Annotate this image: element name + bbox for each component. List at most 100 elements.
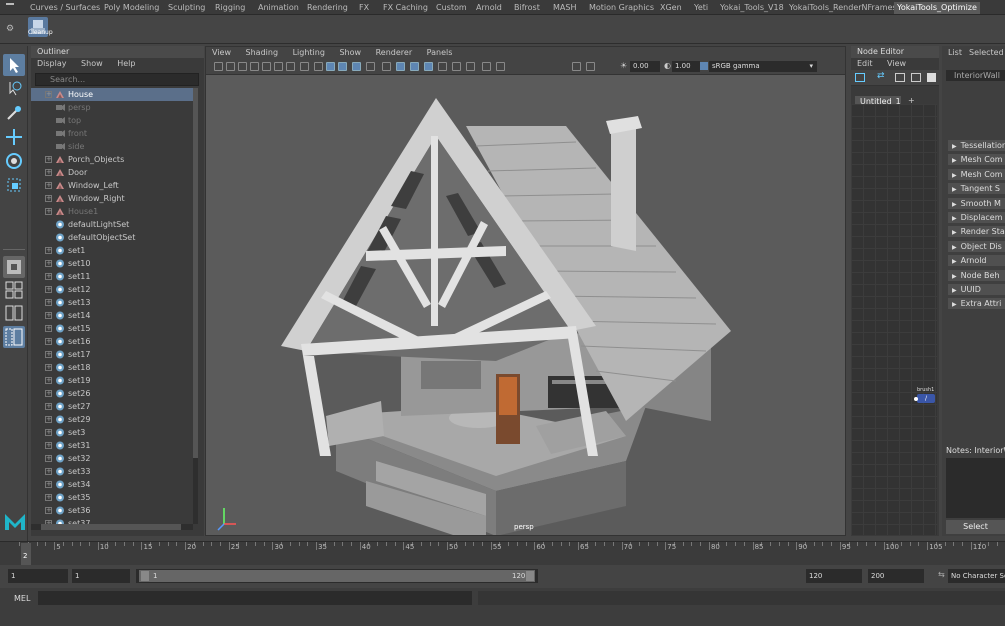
character-set-icon[interactable]: ⇆ (938, 570, 945, 579)
mel-label[interactable]: MEL (14, 594, 30, 603)
ambient-occlusion-icon[interactable] (424, 62, 433, 71)
outliner-item[interactable]: + set13 (31, 296, 197, 309)
shelf-tab[interactable]: Poly Modeling (104, 2, 159, 14)
outliner-item[interactable]: side (31, 140, 197, 153)
node-graph-area[interactable]: brush1 / (851, 104, 937, 535)
outliner-item[interactable]: front (31, 127, 197, 140)
shadows-icon[interactable] (410, 62, 419, 71)
expand-icon[interactable]: + (45, 156, 52, 163)
shelf-tab[interactable]: FX Caching (383, 2, 428, 14)
node-input-port[interactable] (914, 397, 918, 401)
camera-attributes-icon[interactable] (226, 62, 235, 71)
select-camera-icon[interactable] (214, 62, 223, 71)
two-view-layout-button[interactable] (3, 302, 25, 324)
outliner-item[interactable]: + set26 (31, 387, 197, 400)
brush-node[interactable]: / (914, 394, 935, 403)
expand-icon[interactable]: + (45, 195, 52, 202)
expand-icon[interactable]: + (45, 325, 52, 332)
attr-tab-list[interactable]: List (948, 48, 962, 57)
attr-section[interactable]: ▶ Node Beh (948, 269, 1005, 281)
smooth-shade-icon[interactable] (366, 62, 375, 71)
shelf-tab[interactable]: Curves / Surfaces (30, 2, 100, 14)
shelf-tab[interactable]: YokaiTools_Optimize (894, 2, 980, 14)
viewport-menu-panels[interactable]: Panels (427, 48, 453, 57)
outliner-item[interactable]: + Porch_Objects (31, 153, 197, 166)
character-set-field[interactable]: No Character Se (948, 569, 1005, 583)
outliner-item[interactable]: + set31 (31, 439, 197, 452)
exposure-field[interactable]: 0.00 (630, 61, 660, 72)
expand-icon[interactable]: + (45, 208, 52, 215)
outliner-item[interactable]: + set10 (31, 257, 197, 270)
isolate-select-icon[interactable] (466, 62, 475, 71)
node-editor-menu-view[interactable]: View (887, 59, 906, 68)
attr-section[interactable]: ▶ Render Sta (948, 226, 1005, 238)
expand-icon[interactable]: + (45, 468, 52, 475)
outliner-item[interactable]: + set36 (31, 504, 197, 517)
outliner-search-input[interactable]: Search... (35, 73, 199, 86)
shelf-tab[interactable]: Arnold (476, 2, 502, 14)
shelf-tab[interactable]: Rendering (307, 2, 348, 14)
safe-action-icon[interactable] (326, 62, 335, 71)
grid-icon[interactable] (262, 62, 271, 71)
rotate-tool-button[interactable] (3, 150, 25, 172)
bookmark-icon[interactable] (238, 62, 247, 71)
range-slider[interactable]: 1 120 (136, 569, 538, 583)
outliner-item[interactable]: defaultObjectSet (31, 231, 197, 244)
attr-section[interactable]: ▶ Mesh Com (948, 154, 1005, 166)
outliner-item[interactable]: + set16 (31, 335, 197, 348)
refresh-icon[interactable]: ⇄ (877, 71, 885, 81)
expand-icon[interactable]: + (45, 429, 52, 436)
select-tool-button[interactable] (3, 54, 25, 76)
xray-icon[interactable] (482, 62, 491, 71)
outliner-persp-layout-button[interactable] (3, 326, 25, 348)
playback-start-field[interactable]: 1 (72, 569, 130, 583)
expand-icon[interactable]: + (45, 481, 52, 488)
outliner-item[interactable]: + House1 (31, 205, 197, 218)
ui-toggle-icon[interactable] (586, 62, 595, 71)
expand-icon[interactable]: + (45, 390, 52, 397)
attr-section[interactable]: ▶ Tessellation (948, 140, 1005, 151)
shelf-tab[interactable]: Motion Graphics (589, 2, 654, 14)
shelf-tab[interactable]: Yeti (694, 2, 708, 14)
gate-mask-icon[interactable] (300, 62, 309, 71)
color-space-dropdown[interactable]: sRGB gamma ▾ (709, 61, 817, 72)
range-end-grip[interactable] (526, 571, 534, 581)
outliner-item[interactable]: + set3 (31, 426, 197, 439)
outliner-item[interactable]: persp (31, 101, 197, 114)
paint-select-tool-button[interactable] (3, 102, 25, 124)
shelf-tab[interactable]: MASH (553, 2, 576, 14)
outliner-item[interactable]: + set35 (31, 491, 197, 504)
lasso-tool-button[interactable] (3, 78, 25, 100)
outliner-item[interactable]: top (31, 114, 197, 127)
shelf-tab[interactable]: Custom (436, 2, 467, 14)
anim-start-field[interactable]: 1 (8, 569, 68, 583)
outliner-item[interactable]: + set17 (31, 348, 197, 361)
outliner-item[interactable]: + set34 (31, 478, 197, 491)
shelf-tab[interactable]: FX (359, 2, 369, 14)
expand-icon[interactable]: + (45, 494, 52, 501)
scale-tool-button[interactable] (3, 174, 25, 196)
shelf-menu-icon[interactable] (6, 3, 14, 5)
attr-section[interactable]: ▶ Arnold (948, 255, 1005, 267)
attr-notes-field[interactable] (946, 458, 1005, 518)
wireframe-icon[interactable] (352, 62, 361, 71)
expand-icon[interactable]: + (45, 182, 52, 189)
shelf-tab[interactable]: XGen (660, 2, 682, 14)
attr-tab-selected[interactable]: Selected (969, 48, 1004, 57)
anti-alias-icon[interactable] (452, 62, 461, 71)
outliner-item[interactable]: + Door (31, 166, 197, 179)
xray-joints-icon[interactable] (496, 62, 505, 71)
attr-section[interactable]: ▶ Extra Attri (948, 298, 1005, 310)
expand-icon[interactable]: + (45, 351, 52, 358)
outliner-item[interactable]: + set1 (31, 244, 197, 257)
graph-remove-icon[interactable] (911, 73, 921, 82)
outliner-item[interactable]: + set14 (31, 309, 197, 322)
expand-icon[interactable]: + (45, 338, 52, 345)
expand-icon[interactable]: + (45, 403, 52, 410)
outliner-menu-display[interactable]: Display (37, 59, 67, 68)
outliner-item[interactable]: + set11 (31, 270, 197, 283)
expand-icon[interactable]: + (45, 286, 52, 293)
expand-icon[interactable]: + (45, 91, 52, 98)
field-chart-icon[interactable] (314, 62, 323, 71)
attr-section[interactable]: ▶ Displacem (948, 212, 1005, 223)
